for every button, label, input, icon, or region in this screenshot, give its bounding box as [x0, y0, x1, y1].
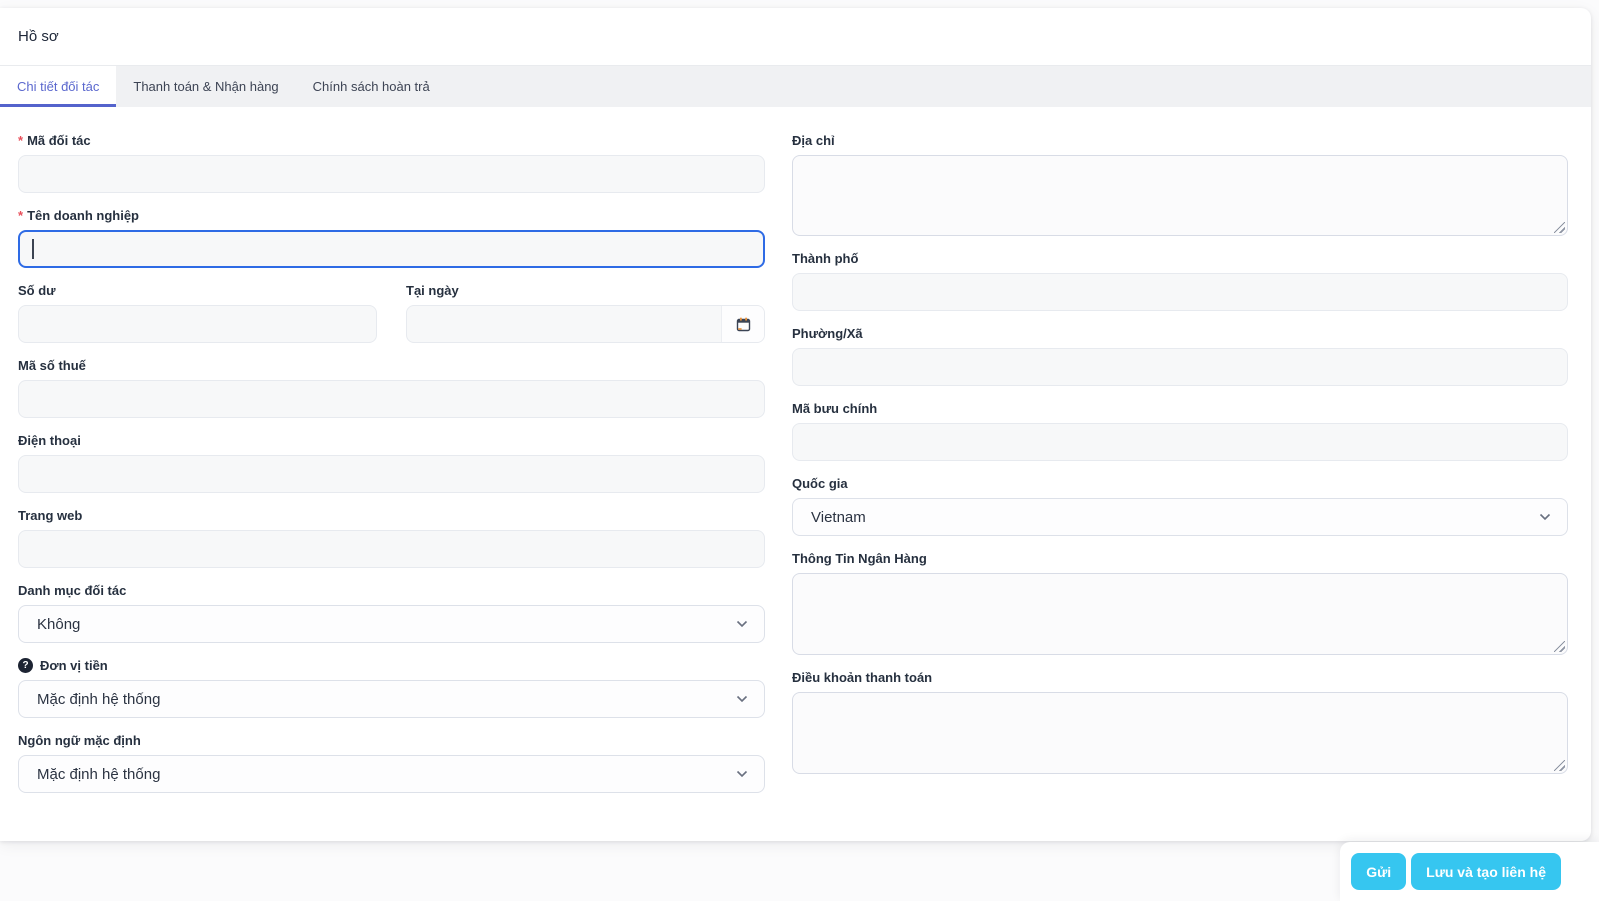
currency-select[interactable]: Mặc định hệ thống [18, 680, 765, 718]
chevron-down-icon [736, 620, 748, 628]
required-marker: * [18, 208, 24, 223]
balance-date-row: Số dư Tại ngày [18, 283, 765, 358]
phone-input[interactable] [18, 455, 765, 493]
field-phone: Điện thoại [18, 433, 765, 493]
address-textarea[interactable] [792, 155, 1568, 236]
text-caret [32, 239, 34, 259]
help-icon[interactable]: ? [18, 658, 33, 673]
country-select[interactable]: Vietnam [792, 498, 1568, 536]
field-bank-info: Thông Tin Ngân Hàng [792, 551, 1568, 655]
city-label: Thành phố [792, 251, 859, 266]
tab-bar: Chi tiết đối tác Thanh toán & Nhận hàng … [0, 66, 1591, 107]
page-title: Hồ sơ [18, 28, 59, 45]
field-city: Thành phố [792, 251, 1568, 311]
balance-input[interactable] [18, 305, 377, 343]
tax-code-label: Mã số thuế [18, 358, 86, 373]
calendar-icon [736, 317, 750, 331]
address-label: Địa chỉ [792, 133, 835, 148]
default-language-select[interactable]: Mặc định hệ thống [18, 755, 765, 793]
balance-label: Số dư [18, 283, 56, 298]
tab-payment-receiving[interactable]: Thanh toán & Nhận hàng [116, 66, 295, 107]
business-name-input[interactable] [18, 230, 765, 268]
chevron-down-icon [736, 695, 748, 703]
ward-input[interactable] [792, 348, 1568, 386]
postal-code-label: Mã bưu chính [792, 401, 878, 416]
left-column: * Mã đối tác * Tên doanh nghiệp Số dư Tạ… [18, 133, 765, 808]
tab-label: Thanh toán & Nhận hàng [133, 79, 279, 94]
profile-card: Hồ sơ Chi tiết đối tác Thanh toán & Nhận… [0, 8, 1591, 841]
city-input[interactable] [792, 273, 1568, 311]
field-default-language: Ngôn ngữ mặc định Mặc định hệ thống [18, 733, 765, 793]
default-language-label: Ngôn ngữ mặc định [18, 733, 141, 748]
partner-code-label: * Mã đối tác [18, 133, 91, 148]
tab-label: Chính sách hoàn trả [312, 79, 430, 94]
field-balance: Số dư [18, 283, 377, 343]
field-tax-code: Mã số thuế [18, 358, 765, 418]
chevron-down-icon [1539, 513, 1551, 521]
tax-code-input[interactable] [18, 380, 765, 418]
phone-label: Điện thoại [18, 433, 81, 448]
field-business-name: * Tên doanh nghiệp [18, 208, 765, 268]
form-content: * Mã đối tác * Tên doanh nghiệp Số dư Tạ… [0, 107, 1591, 808]
business-name-label: * Tên doanh nghiệp [18, 208, 139, 223]
field-postal-code: Mã bưu chính [792, 401, 1568, 461]
card-header: Hồ sơ [0, 8, 1591, 66]
field-partner-code: * Mã đối tác [18, 133, 765, 193]
field-partner-category: Danh mục đối tác Không [18, 583, 765, 643]
field-website: Trang web [18, 508, 765, 568]
field-ward: Phường/Xã [792, 326, 1568, 386]
tab-label: Chi tiết đối tác [17, 79, 100, 94]
as-of-date-input[interactable] [406, 305, 765, 343]
chevron-down-icon [736, 770, 748, 778]
calendar-button[interactable] [721, 306, 764, 342]
field-address: Địa chỉ [792, 133, 1568, 236]
payment-terms-textarea[interactable] [792, 692, 1568, 774]
country-label: Quốc gia [792, 476, 848, 491]
website-input[interactable] [18, 530, 765, 568]
field-country: Quốc gia Vietnam [792, 476, 1568, 536]
ward-label: Phường/Xã [792, 326, 863, 341]
bank-info-textarea[interactable] [792, 573, 1568, 655]
submit-button[interactable]: Gửi [1351, 853, 1407, 890]
website-label: Trang web [18, 508, 83, 523]
as-of-date-label: Tại ngày [406, 283, 459, 298]
bank-info-label: Thông Tin Ngân Hàng [792, 551, 927, 566]
field-payment-terms: Điều khoản thanh toán [792, 670, 1568, 774]
action-footer: Gửi Lưu và tạo liên hệ [1340, 842, 1599, 901]
save-and-create-contact-button[interactable]: Lưu và tạo liên hệ [1411, 853, 1561, 890]
payment-terms-label: Điều khoản thanh toán [792, 670, 933, 685]
date-value [407, 306, 721, 342]
postal-code-input[interactable] [792, 423, 1568, 461]
right-column: Địa chỉ Thành phố Phường/Xã Mã bưu chính… [792, 133, 1568, 808]
field-currency: ? Đơn vị tiền Mặc định hệ thống [18, 658, 765, 718]
currency-label: ? Đơn vị tiền [18, 658, 765, 673]
required-marker: * [18, 133, 24, 148]
tab-partner-details[interactable]: Chi tiết đối tác [0, 66, 117, 107]
partner-category-select[interactable]: Không [18, 605, 765, 643]
partner-code-input[interactable] [18, 155, 765, 193]
tab-return-policy[interactable]: Chính sách hoàn trả [296, 66, 447, 107]
field-as-of-date: Tại ngày [406, 283, 765, 343]
partner-category-label: Danh mục đối tác [18, 583, 127, 598]
